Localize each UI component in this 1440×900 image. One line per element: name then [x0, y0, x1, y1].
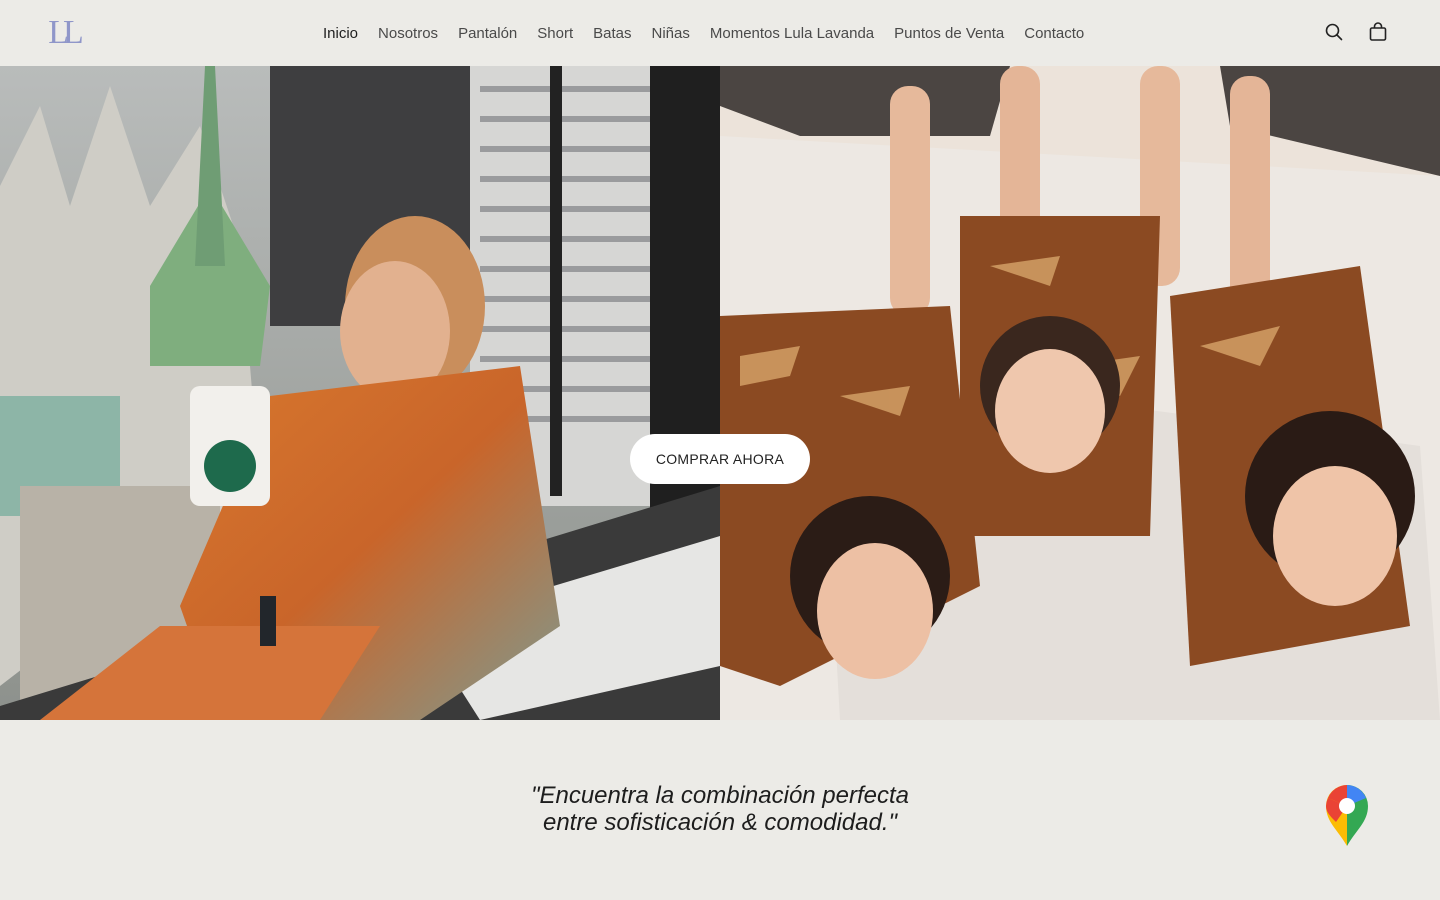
shopping-bag-icon[interactable] — [1368, 22, 1388, 42]
hero-banner: COMPRAR AHORA — [0, 66, 1440, 720]
hero-image-right[interactable] — [720, 66, 1440, 720]
logo-mark: LL — [48, 14, 83, 51]
tagline-section: "Encuentra la combinación perfecta entre… — [0, 720, 1440, 900]
nav-item-nosotros[interactable]: Nosotros — [368, 25, 448, 42]
nav-item-contacto[interactable]: Contacto — [1014, 25, 1094, 42]
nav-item-momentos[interactable]: Momentos Lula Lavanda — [700, 25, 884, 42]
search-icon[interactable] — [1324, 22, 1344, 42]
tagline-line-1: "Encuentra la combinación perfecta — [530, 782, 910, 809]
nav-item-short[interactable]: Short — [527, 25, 583, 42]
hero-image-left[interactable] — [0, 66, 720, 720]
tagline-quote: "Encuentra la combinación perfecta entre… — [420, 782, 1020, 836]
nav-item-ninas[interactable]: Niñas — [642, 25, 700, 42]
nav-item-batas[interactable]: Batas — [583, 25, 641, 42]
tagline-line-2: entre sofisticación & comodidad." — [542, 809, 898, 836]
shop-now-button[interactable]: COMPRAR AHORA — [630, 434, 810, 484]
header-actions — [1324, 22, 1388, 42]
nav-item-pantalon[interactable]: Pantalón — [448, 25, 527, 42]
brand-logo[interactable]: LL — [40, 14, 92, 52]
nav-item-puntos-de-venta[interactable]: Puntos de Venta — [884, 25, 1014, 42]
google-maps-pin-icon[interactable] — [1324, 784, 1370, 848]
nav-item-inicio[interactable]: Inicio — [313, 25, 368, 42]
main-nav: Inicio Nosotros Pantalón Short Batas Niñ… — [313, 0, 1094, 66]
site-header: LL Inicio Nosotros Pantalón Short Batas … — [0, 0, 1440, 66]
